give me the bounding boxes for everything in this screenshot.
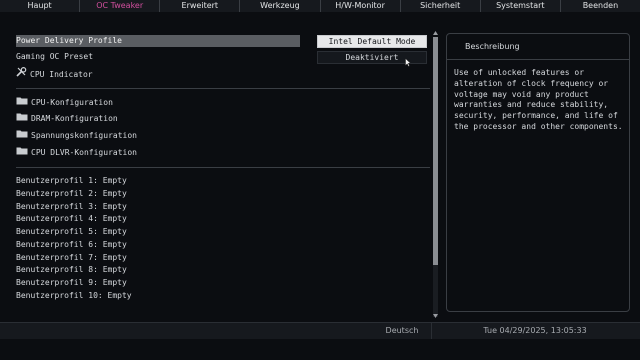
description-line: Use of unlocked features or [454, 68, 585, 77]
folder-icon [16, 112, 28, 125]
folder-icon [16, 129, 28, 142]
submenu-cpu-konfiguration[interactable]: CPU-Konfiguration [16, 96, 113, 108]
mouse-cursor-icon [405, 57, 412, 67]
tab-erweitert[interactable]: Erweitert [159, 0, 239, 12]
user-profile-8[interactable]: Benutzerprofil 8: Empty [16, 264, 127, 276]
folder-icon [16, 146, 28, 159]
footer-area [0, 339, 640, 360]
tab-beenden[interactable]: Beenden [559, 0, 640, 12]
user-profile-9[interactable]: Benutzerprofil 9: Empty [16, 277, 127, 289]
folder-icon [16, 96, 28, 109]
submenu-cpu-dlvr-konfiguration[interactable]: CPU DLVR-Konfiguration [16, 146, 137, 158]
divider [16, 167, 430, 168]
description-line: the processor and other components. [454, 121, 623, 131]
tab-systemstart[interactable]: Systemstart [479, 0, 560, 12]
date-time-display: Tue 04/29/2025, 13:05:33 [483, 326, 587, 335]
description-panel: Beschreibung Use of unlocked features or… [446, 33, 630, 312]
power-delivery-profile-row[interactable]: Power Delivery Profile [16, 35, 300, 47]
description-text: Use of unlocked features or alteration o… [454, 68, 626, 133]
gaming-oc-preset-label: Gaming OC Preset [16, 52, 94, 61]
power-delivery-profile-label: Power Delivery Profile [16, 36, 122, 45]
cpu-indicator-row[interactable]: CPU Indicator [16, 66, 93, 81]
user-profile-6[interactable]: Benutzerprofil 6: Empty [16, 239, 127, 251]
power-delivery-profile-value[interactable]: Intel Default Mode [317, 35, 427, 48]
scroll-up-arrow-icon[interactable] [433, 29, 438, 35]
wrench-icon [16, 66, 27, 81]
tab-oc-tweaker[interactable]: OC Tweaker [79, 0, 159, 12]
status-bar: Deutsch Tue 04/29/2025, 13:05:33 [0, 322, 640, 339]
tab-sicherheit[interactable]: Sicherheit [399, 0, 480, 12]
divider [16, 88, 430, 89]
user-profile-1[interactable]: Benutzerprofil 1: Empty [16, 175, 127, 187]
description-title: Beschreibung [465, 42, 520, 51]
submenu-label: CPU DLVR-Konfiguration [31, 148, 137, 157]
submenu-spannungskonfiguration[interactable]: Spannungskonfiguration [16, 129, 137, 141]
description-line: voltage may void any product [454, 89, 589, 99]
settings-panel: Power Delivery Profile Intel Default Mod… [0, 12, 640, 322]
user-profile-10[interactable]: Benutzerprofil 10: Empty [16, 290, 132, 302]
description-line: security, performance, and life of [454, 111, 618, 121]
scrollbar-thumb[interactable] [433, 37, 438, 265]
cpu-indicator-label: CPU Indicator [30, 69, 93, 79]
submenu-label: DRAM-Konfiguration [31, 114, 118, 123]
scroll-down-arrow-icon[interactable] [433, 312, 438, 318]
gaming-oc-preset-row[interactable]: Gaming OC Preset [16, 51, 93, 63]
user-profile-2[interactable]: Benutzerprofil 2: Empty [16, 188, 127, 200]
description-line: warranties and reduce stability, [454, 100, 609, 110]
submenu-label: Spannungskonfiguration [31, 131, 137, 140]
submenu-dram-konfiguration[interactable]: DRAM-Konfiguration [16, 112, 118, 124]
user-profile-7[interactable]: Benutzerprofil 7: Empty [16, 252, 127, 264]
user-profile-5[interactable]: Benutzerprofil 5: Empty [16, 226, 127, 238]
user-profile-4[interactable]: Benutzerprofil 4: Empty [16, 213, 127, 225]
description-line: alteration of clock frequency or [454, 78, 609, 88]
tab-haupt[interactable]: Haupt [0, 0, 79, 12]
tab-werkzeug[interactable]: Werkzeug [239, 0, 319, 12]
submenu-label: CPU-Konfiguration [31, 98, 113, 107]
description-header: Beschreibung [447, 34, 629, 60]
user-profile-3[interactable]: Benutzerprofil 3: Empty [16, 201, 127, 213]
language-selector[interactable]: Deutsch [373, 323, 432, 339]
tab-hw-monitor[interactable]: H/W-Monitor [319, 0, 400, 12]
